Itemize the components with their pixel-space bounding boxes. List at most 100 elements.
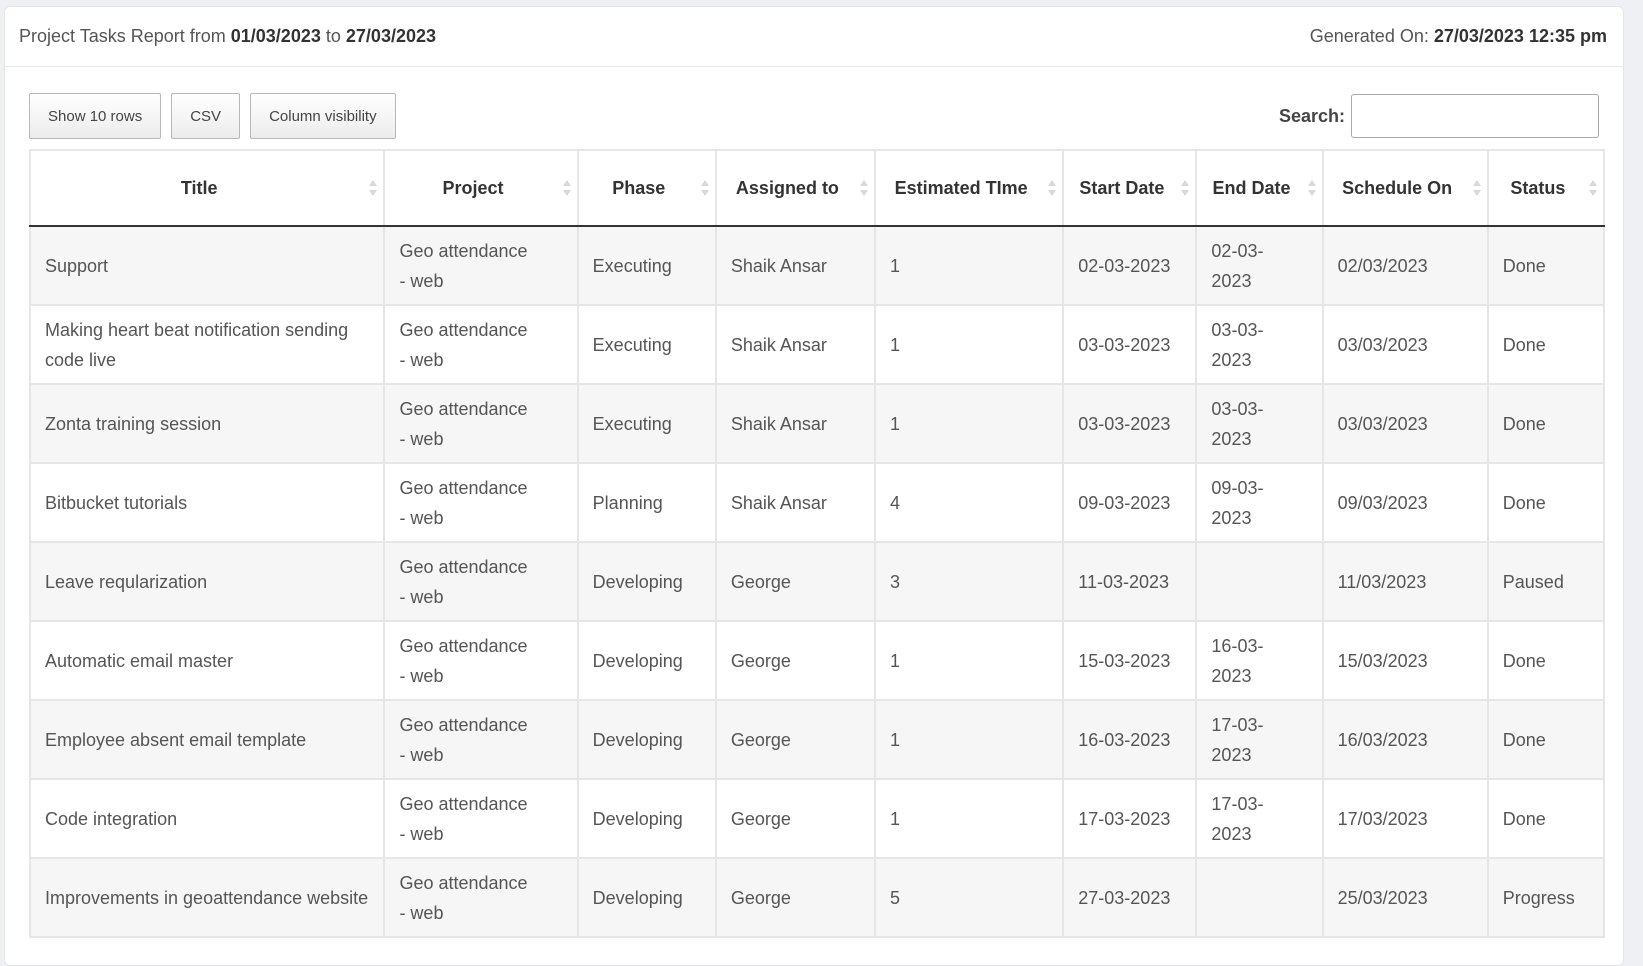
sort-both-icon[interactable] bbox=[860, 180, 869, 196]
cell-status: Done bbox=[1486, 225, 1606, 306]
report-from-date: 01/03/2023 bbox=[230, 26, 321, 46]
cell-schedule-on: 16/03/2023 bbox=[1321, 699, 1489, 780]
cell-project: Geo attendance - web bbox=[383, 620, 579, 701]
cell-project: Geo attendance - web bbox=[383, 304, 579, 385]
cell-estimated-time: 3 bbox=[874, 541, 1065, 622]
cell-assigned-to: George bbox=[714, 620, 877, 701]
cell-project: Geo attendance - web bbox=[383, 383, 579, 464]
cell-estimated-time: 4 bbox=[874, 462, 1065, 543]
cell-schedule-on: 17/03/2023 bbox=[1321, 778, 1489, 859]
column-header-label: Assigned to bbox=[735, 178, 839, 198]
cell-project: Geo attendance - web bbox=[383, 225, 579, 306]
sort-both-icon[interactable] bbox=[700, 180, 709, 196]
cell-assigned-to: Shaik Ansar bbox=[714, 462, 877, 543]
table-row: Leave reqularization Geo attendance - web… bbox=[28, 541, 1606, 622]
cell-end-date bbox=[1195, 857, 1324, 938]
generated-on: Generated On: 27/03/2023 12:35 pm bbox=[1310, 26, 1607, 47]
cell-status: Done bbox=[1486, 304, 1606, 385]
cell-title: Automatic email master bbox=[28, 620, 386, 701]
cell-start-date: 02-03-2023 bbox=[1062, 225, 1198, 306]
cell-project: Geo attendance - web bbox=[383, 699, 579, 780]
cell-title: Making heart beat notification sending c… bbox=[28, 304, 386, 385]
cell-project: Geo attendance - web bbox=[383, 462, 579, 543]
cell-status: Paused bbox=[1486, 541, 1606, 622]
table-row: Bitbucket tutorials Geo attendance - web P… bbox=[28, 462, 1606, 543]
csv-export-button[interactable]: CSV bbox=[171, 93, 241, 139]
cell-assigned-to: George bbox=[714, 699, 877, 780]
column-header-phase[interactable]: Phase bbox=[576, 149, 717, 227]
cell-estimated-time: 1 bbox=[874, 304, 1065, 385]
sort-both-icon[interactable] bbox=[1472, 180, 1481, 196]
column-header-end-date[interactable]: End Date bbox=[1195, 149, 1324, 227]
cell-phase: Executing bbox=[576, 304, 717, 385]
cell-end-date: 17-03-2023 bbox=[1195, 699, 1324, 780]
cell-status: Done bbox=[1486, 383, 1606, 464]
cell-phase: Developing bbox=[576, 541, 717, 622]
cell-phase: Developing bbox=[576, 778, 717, 859]
cell-schedule-on: 02/03/2023 bbox=[1321, 225, 1489, 306]
sort-both-icon[interactable] bbox=[369, 180, 378, 196]
cell-title: Support bbox=[28, 225, 386, 306]
table-row: Improvements in geoattendance website Geo… bbox=[28, 857, 1606, 938]
column-header-project[interactable]: Project bbox=[383, 149, 579, 227]
cell-start-date: 15-03-2023 bbox=[1062, 620, 1198, 701]
generated-value: 27/03/2023 12:35 pm bbox=[1433, 26, 1607, 46]
sort-both-icon[interactable] bbox=[1181, 180, 1190, 196]
cell-start-date: 09-03-2023 bbox=[1062, 462, 1198, 543]
cell-end-date: 03-03-2023 bbox=[1195, 383, 1324, 464]
sort-both-icon[interactable] bbox=[1589, 180, 1597, 196]
cell-phase: Developing bbox=[576, 620, 717, 701]
column-visibility-button[interactable]: Column visibility bbox=[250, 93, 396, 139]
cell-estimated-time: 1 bbox=[874, 778, 1065, 859]
cell-schedule-on: 09/03/2023 bbox=[1321, 462, 1489, 543]
column-header-schedule-on[interactable]: Schedule On bbox=[1321, 149, 1489, 227]
cell-assigned-to: Shaik Ansar bbox=[714, 304, 877, 385]
cell-assigned-to: George bbox=[714, 541, 877, 622]
column-header-assigned-to[interactable]: Assigned to bbox=[714, 149, 877, 227]
cell-end-date: 02-03-2023 bbox=[1195, 225, 1324, 306]
cell-schedule-on: 03/03/2023 bbox=[1321, 383, 1489, 464]
cell-schedule-on: 15/03/2023 bbox=[1321, 620, 1489, 701]
cell-title: Code integration bbox=[28, 778, 386, 859]
cell-status: Done bbox=[1486, 620, 1606, 701]
sort-both-icon[interactable] bbox=[1048, 180, 1057, 196]
cell-phase: Developing bbox=[576, 857, 717, 938]
table-row: Code integration Geo attendance - web Deve… bbox=[28, 778, 1606, 859]
column-header-status[interactable]: Status bbox=[1486, 149, 1606, 227]
cell-phase: Planning bbox=[576, 462, 717, 543]
cell-project: Geo attendance - web bbox=[383, 778, 579, 859]
column-header-label: End Date bbox=[1212, 178, 1291, 198]
column-header-label: Project bbox=[442, 178, 504, 198]
cell-start-date: 16-03-2023 bbox=[1062, 699, 1198, 780]
cell-start-date: 11-03-2023 bbox=[1062, 541, 1198, 622]
cell-schedule-on: 11/03/2023 bbox=[1321, 541, 1489, 622]
cell-project: Geo attendance - web bbox=[383, 857, 579, 938]
search-input[interactable] bbox=[1351, 94, 1599, 138]
cell-start-date: 03-03-2023 bbox=[1062, 304, 1198, 385]
cell-title: Improvements in geoattendance website bbox=[28, 857, 386, 938]
cell-schedule-on: 25/03/2023 bbox=[1321, 857, 1489, 938]
cell-estimated-time: 1 bbox=[874, 225, 1065, 306]
show-rows-button[interactable]: Show 10 rows bbox=[29, 93, 162, 139]
cell-start-date: 27-03-2023 bbox=[1062, 857, 1198, 938]
report-prefix: Project Tasks Report from bbox=[19, 26, 226, 46]
sort-both-icon[interactable] bbox=[1307, 180, 1316, 196]
table-row: Zonta training session Geo attendance - w… bbox=[28, 383, 1606, 464]
cell-end-date: 03-03-2023 bbox=[1195, 304, 1324, 385]
table-row: Automatic email master Geo attendance - w… bbox=[28, 620, 1606, 701]
column-header-title[interactable]: Title bbox=[28, 149, 386, 227]
column-header-estimated-time[interactable]: Estimated TIme bbox=[874, 149, 1065, 227]
sort-both-icon[interactable] bbox=[562, 180, 571, 196]
cell-title: Bitbucket tutorials bbox=[28, 462, 386, 543]
table-row: Making heart beat notification sending c… bbox=[28, 304, 1606, 385]
cell-assigned-to: George bbox=[714, 857, 877, 938]
cell-assigned-to: George bbox=[714, 778, 877, 859]
cell-phase: Executing bbox=[576, 383, 717, 464]
table-header-row: Title Project Phase Assigned to Estimated TI… bbox=[28, 149, 1606, 227]
cell-status: Done bbox=[1486, 462, 1606, 543]
search-area: Search: bbox=[1279, 94, 1599, 138]
cell-status: Progress bbox=[1486, 857, 1606, 938]
table-row: Employee absent email template Geo attend… bbox=[28, 699, 1606, 780]
column-header-label: Phase bbox=[612, 178, 666, 198]
column-header-start-date[interactable]: Start Date bbox=[1062, 149, 1198, 227]
